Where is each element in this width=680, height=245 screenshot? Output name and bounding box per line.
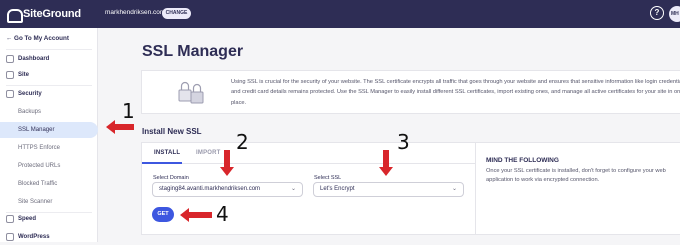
speed-icon	[6, 215, 14, 223]
chevron-down-icon: ⌄	[290, 186, 296, 192]
select-domain-value: staging84.avanti.markhendriksen.com	[159, 186, 261, 192]
sidebar-item-dashboard[interactable]: Dashboard	[0, 51, 98, 67]
logo-text: SiteGround	[23, 8, 81, 20]
get-button[interactable]: GET	[152, 207, 174, 222]
mind-the-following-text: Once your SSL certificate is installed, …	[486, 168, 666, 183]
sidebar-divider	[6, 49, 92, 50]
siteground-logo[interactable]: SiteGround	[6, 6, 81, 23]
callout-number: 2	[236, 130, 249, 154]
security-icon	[6, 90, 14, 98]
sidebar-item-label: Speed	[18, 216, 37, 222]
sidebar-item-label: Security	[18, 91, 42, 97]
site-icon	[6, 71, 14, 79]
sidebar-item-security[interactable]: Security	[0, 86, 98, 102]
sidebar-item-speed[interactable]: Speed	[0, 211, 98, 227]
sidebar-item-wordpress[interactable]: WordPress	[0, 229, 98, 245]
callout-number: 4	[216, 202, 229, 226]
select-ssl-dropdown[interactable]: Let's Encrypt ⌄	[313, 182, 464, 197]
sidebar-item-label: Dashboard	[18, 56, 50, 62]
padlock-icon	[178, 81, 204, 104]
sidebar: ← Go To My Account Dashboard Site Securi…	[0, 28, 98, 242]
top-bar	[0, 0, 680, 28]
select-ssl-value: Let's Encrypt	[320, 186, 355, 192]
sidebar-item-site[interactable]: Site	[0, 67, 98, 83]
sidebar-item-ssl-manager[interactable]: SSL Manager	[0, 122, 98, 138]
tab-install[interactable]: INSTALL	[154, 150, 180, 156]
sidebar-item-protected-urls[interactable]: Protected URLs	[0, 158, 98, 174]
select-domain-label: Select Domain	[153, 175, 189, 181]
tab-import[interactable]: IMPORT	[196, 150, 221, 156]
annotation-arrow-down-icon	[220, 150, 234, 176]
sidebar-item-blocked-traffic[interactable]: Blocked Traffic	[0, 176, 98, 192]
wordpress-icon	[6, 233, 14, 241]
dashboard-icon	[6, 55, 14, 63]
chevron-down-icon: ⌄	[451, 186, 457, 192]
sidebar-item-backups[interactable]: Backups	[0, 104, 98, 120]
help-icon[interactable]: ?	[650, 6, 664, 20]
select-domain-dropdown[interactable]: staging84.avanti.markhendriksen.com ⌄	[152, 182, 303, 197]
siteground-logo-icon	[6, 7, 23, 23]
sidebar-item-label: WordPress	[18, 234, 50, 240]
sidebar-item-site-scanner[interactable]: Site Scanner	[0, 194, 98, 210]
mind-the-following-title: MIND THE FOLLOWING	[486, 157, 559, 164]
intro-card: Using SSL is crucial for the security of…	[141, 70, 680, 114]
go-to-my-account-link[interactable]: ← Go To My Account	[6, 35, 69, 42]
annotation-arrow-left-icon	[180, 208, 212, 222]
mind-the-following-card	[476, 142, 680, 235]
sidebar-item-https-enforce[interactable]: HTTPS Enforce	[0, 140, 98, 156]
sidebar-item-label: Site	[18, 72, 30, 78]
page-title: SSL Manager	[142, 43, 244, 60]
select-ssl-label: Select SSL	[314, 175, 342, 181]
site-name: markhendriksen.com	[105, 9, 166, 16]
intro-text: Using SSL is crucial for the security of…	[231, 79, 680, 106]
callout-number: 1	[122, 99, 135, 123]
section-title: Install New SSL	[142, 127, 202, 136]
change-site-button[interactable]: CHANGE	[162, 8, 191, 19]
avatar[interactable]: MH	[669, 6, 680, 22]
active-tab-indicator	[142, 162, 182, 164]
annotation-arrow-down-icon	[379, 150, 393, 176]
callout-number: 3	[397, 130, 410, 154]
tab-divider	[142, 163, 475, 164]
